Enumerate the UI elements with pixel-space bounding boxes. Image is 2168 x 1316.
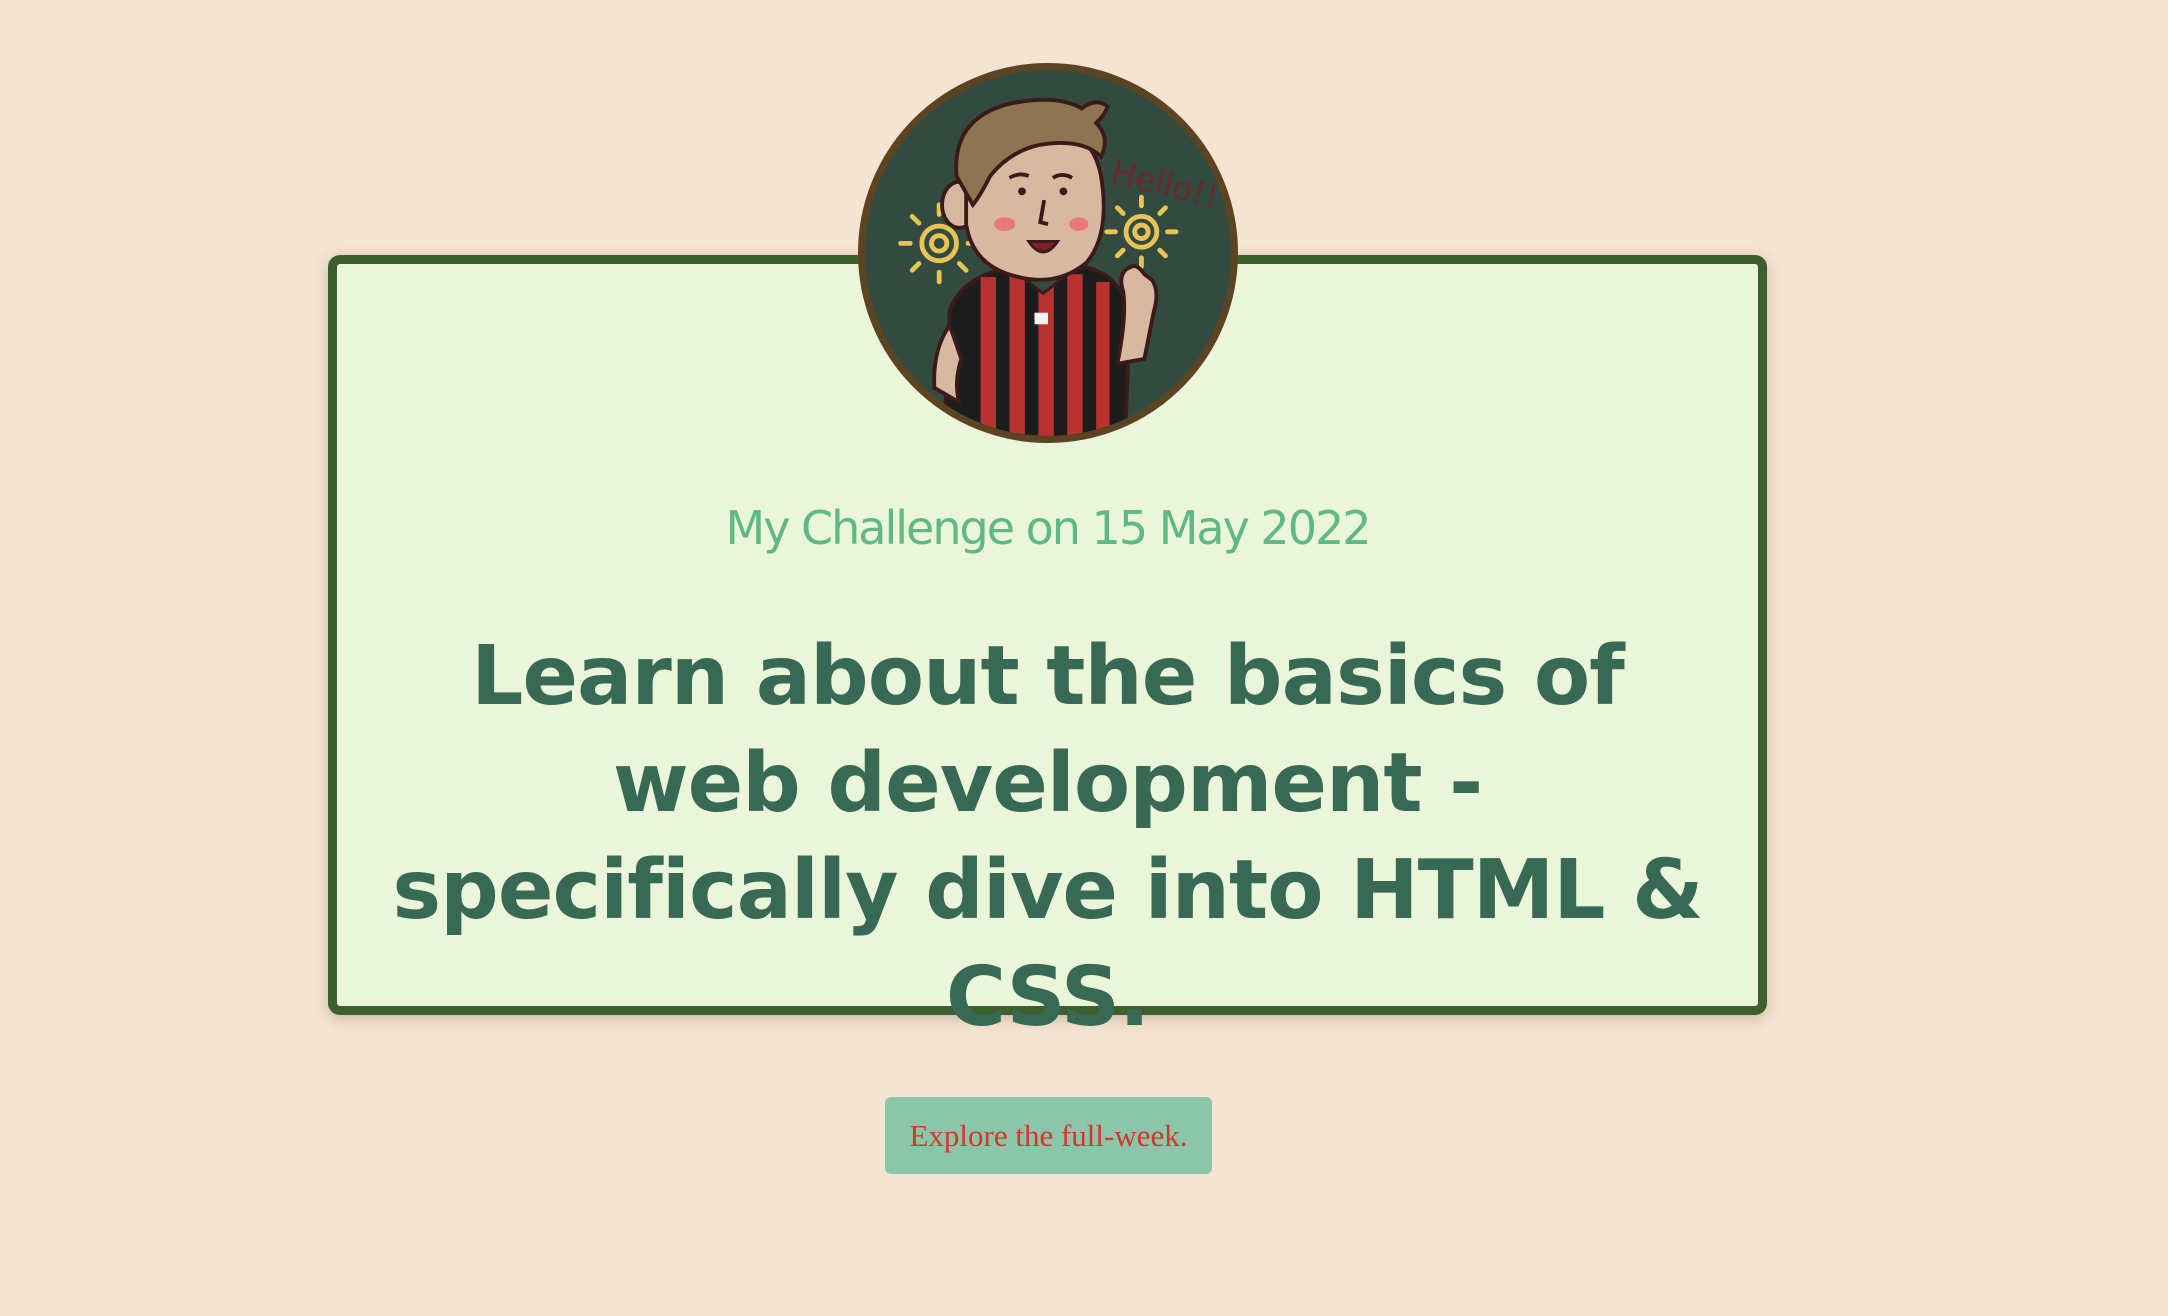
challenge-date-subtitle: My Challenge on 15 May 2022 (725, 501, 1372, 555)
striped-shirt (942, 265, 1132, 436)
raised-hand (1114, 264, 1159, 367)
explore-full-week-button[interactable]: Explore the full-week. (885, 1097, 1212, 1174)
head (940, 97, 1111, 282)
right-sun-doodle (1104, 194, 1179, 269)
challenge-headline: Learn about the basics of web developmen… (392, 629, 1703, 1045)
avatar-illustration: Hello!! (898, 97, 1223, 436)
avatar: Hello!! (858, 63, 1238, 443)
